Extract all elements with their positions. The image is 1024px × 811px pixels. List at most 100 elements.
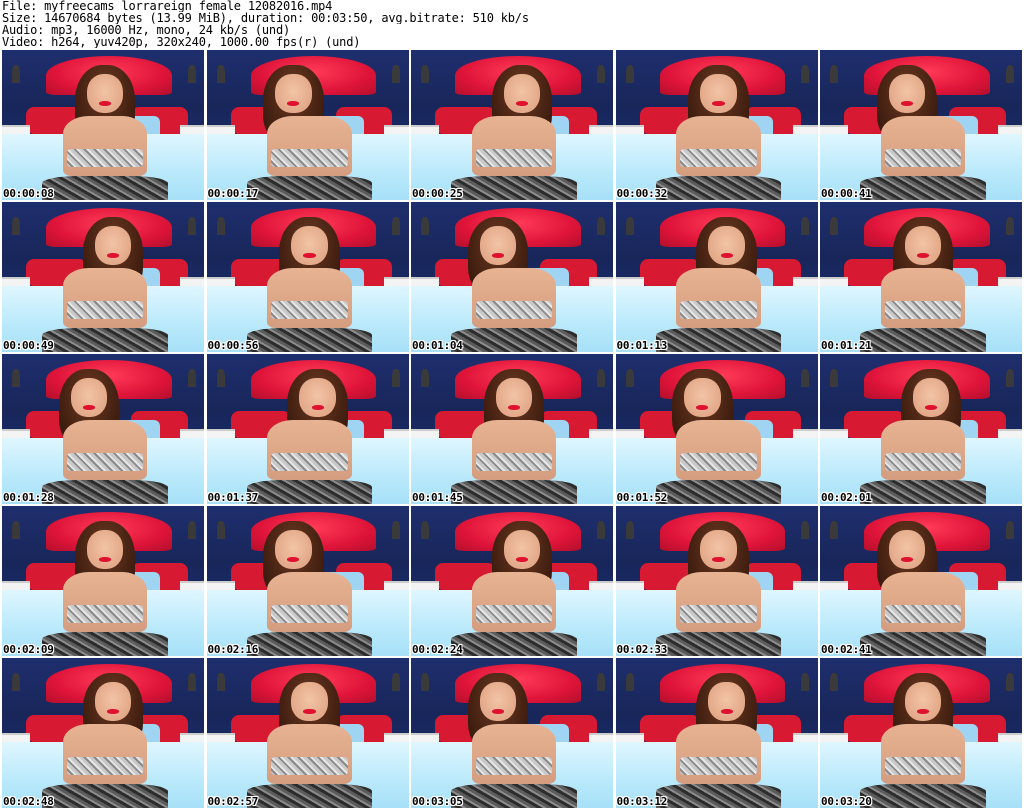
frame-person-body — [880, 268, 966, 328]
frame-person-body — [471, 116, 557, 176]
frame-person-pants — [655, 176, 782, 200]
frame-person-face — [479, 226, 517, 265]
frame-person-pants — [42, 480, 168, 504]
video-frame-thumbnail: 00:02:24 — [411, 506, 613, 656]
frame-person-lips — [720, 253, 733, 258]
frame-lamp-l — [216, 65, 225, 83]
frame-person-top — [66, 757, 144, 775]
frame-person-body — [676, 572, 761, 632]
video-frame-thumbnail: 00:01:13 — [615, 202, 818, 352]
frame-person-lips — [696, 405, 709, 410]
frame-person-top — [271, 453, 348, 471]
frame-person-body — [471, 724, 557, 784]
video-frame-thumbnail: 00:02:41 — [820, 506, 1022, 656]
frame-person-pants — [860, 784, 986, 808]
frame-lamp-l — [625, 217, 634, 235]
thumbnail-grid: 00:00:08 00:00:17 00:00:25 00:00:32 00:00:41… — [0, 50, 1024, 811]
frame-person-lips — [516, 557, 529, 562]
frame-person-face — [275, 530, 312, 569]
frame-person-body — [62, 116, 148, 176]
frame-person-lips — [712, 557, 725, 562]
frame-lamp-r — [392, 217, 401, 235]
frame-person-body — [471, 420, 557, 480]
frame-person-top — [475, 453, 553, 471]
frame-person-pants — [246, 176, 373, 200]
frame-lamp-l — [216, 217, 225, 235]
frame-lamp-l — [625, 65, 634, 83]
video-frame-thumbnail: 00:01:52 — [615, 354, 818, 504]
frame-person-body — [880, 420, 966, 480]
frame-timestamp: 00:01:52 — [616, 491, 668, 504]
frame-person-body — [267, 116, 352, 176]
frame-person-pants — [42, 632, 168, 656]
frame-person-face — [503, 74, 541, 113]
frame-person-face — [291, 682, 328, 721]
frame-person-face — [912, 378, 950, 417]
frame-lamp-l — [625, 521, 634, 539]
frame-timestamp: 00:02:24 — [412, 643, 463, 656]
frame-person-pants — [860, 480, 986, 504]
video-frame-thumbnail: 00:00:08 — [2, 50, 204, 200]
frame-person-face — [708, 682, 745, 721]
frame-lamp-l — [12, 65, 21, 83]
frame-person-body — [62, 724, 148, 784]
frame-person-body — [62, 420, 148, 480]
frame-person-lips — [303, 253, 316, 258]
frame-person-face — [495, 378, 533, 417]
frame-person-top — [680, 453, 757, 471]
frame-lamp-l — [830, 217, 839, 235]
frame-timestamp: 00:03:12 — [616, 795, 668, 808]
frame-timestamp: 00:02:48 — [3, 795, 54, 808]
frame-person-face — [700, 74, 737, 113]
frame-lamp-r — [187, 217, 196, 235]
frame-person-lips — [925, 405, 938, 410]
frame-timestamp: 00:01:45 — [412, 491, 463, 504]
frame-person-body — [880, 572, 966, 632]
frame-person-top — [884, 605, 962, 623]
video-frame-thumbnail: 00:03:20 — [820, 658, 1022, 808]
frame-person-face — [684, 378, 721, 417]
frame-person-pants — [451, 784, 577, 808]
frame-person-pants — [655, 784, 782, 808]
frame-timestamp: 00:02:57 — [207, 795, 259, 808]
frame-person-top — [475, 301, 553, 319]
frame-person-top — [271, 757, 348, 775]
frame-person-lips — [516, 101, 529, 106]
frame-timestamp: 00:01:37 — [207, 491, 259, 504]
frame-person-body — [267, 572, 352, 632]
frame-person-body — [471, 268, 557, 328]
frame-person-pants — [451, 176, 577, 200]
frame-person-lips — [287, 557, 300, 562]
frame-person-pants — [655, 480, 782, 504]
frame-timestamp: 00:02:33 — [616, 643, 668, 656]
video-frame-thumbnail: 00:00:25 — [411, 50, 613, 200]
frame-lamp-l — [421, 673, 430, 691]
frame-person-pants — [451, 328, 577, 352]
frame-person-body — [62, 572, 148, 632]
frame-person-face — [700, 530, 737, 569]
frame-lamp-r — [596, 521, 605, 539]
frame-lamp-l — [830, 673, 839, 691]
frame-lamp-l — [421, 217, 430, 235]
frame-lamp-r — [801, 65, 810, 83]
frame-person-lips — [491, 709, 504, 714]
frame-timestamp: 00:00:49 — [3, 339, 54, 352]
frame-person-top — [66, 605, 144, 623]
frame-lamp-l — [12, 217, 21, 235]
frame-person-face — [94, 226, 132, 265]
frame-person-pants — [451, 480, 577, 504]
video-frame-thumbnail: 00:01:45 — [411, 354, 613, 504]
video-frame-thumbnail: 00:00:41 — [820, 50, 1022, 200]
frame-lamp-r — [596, 217, 605, 235]
frame-person-top — [884, 149, 962, 167]
frame-person-body — [676, 268, 761, 328]
frame-person-lips — [720, 709, 733, 714]
frame-person-lips — [98, 557, 112, 562]
video-frame-thumbnail: 00:01:37 — [206, 354, 409, 504]
frame-lamp-r — [392, 65, 401, 83]
frame-timestamp: 00:00:25 — [412, 187, 463, 200]
frame-person-top — [884, 301, 962, 319]
video-frame-thumbnail: 00:00:17 — [206, 50, 409, 200]
frame-person-top — [271, 605, 348, 623]
frame-person-body — [880, 724, 966, 784]
